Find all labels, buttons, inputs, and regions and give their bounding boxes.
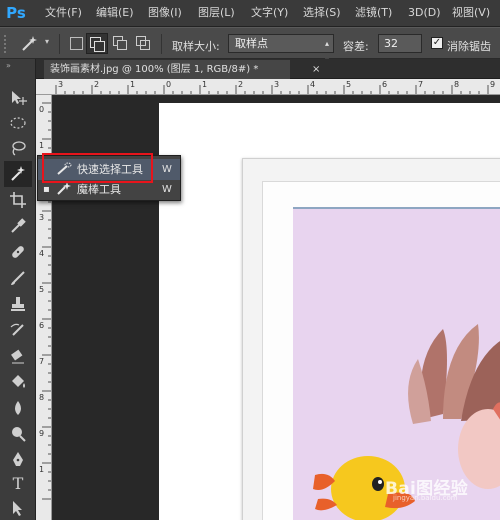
- document-tab[interactable]: 装饰画素材.jpg @ 100% (图层 1, RGB/8#) *: [44, 60, 290, 79]
- ruler-label: 8: [454, 80, 460, 89]
- collapse-panel-icon[interactable]: »: [6, 61, 11, 70]
- grip-handle[interactable]: [4, 35, 14, 53]
- ruler-label: 1: [39, 141, 45, 150]
- options-bar: ▾ 取样大小: 取样点 ▴▾ 容差: 32 ✓ 消除锯齿: [0, 27, 500, 65]
- blur-tool-icon[interactable]: [4, 395, 32, 421]
- ruler-label: 7: [39, 357, 45, 366]
- dodge-tool-icon[interactable]: [4, 421, 32, 447]
- crop-tool-icon[interactable]: [4, 187, 32, 213]
- preset-dropdown-icon[interactable]: ▾: [45, 37, 49, 46]
- photoshop-logo: Ps: [6, 4, 26, 22]
- add-selection-button[interactable]: [86, 33, 108, 54]
- menu-bar: Ps 文件(F) 编辑(E) 图像(I) 图层(L) 文字(Y) 选择(S) 滤…: [0, 0, 500, 27]
- magic-wand-tool-icon[interactable]: [4, 161, 32, 187]
- ruler-label: 9: [490, 80, 496, 89]
- magic-wand-icon: [56, 182, 72, 203]
- history-brush-tool-icon[interactable]: [4, 317, 32, 343]
- pen-tool-icon[interactable]: [4, 447, 32, 473]
- type-tool-icon[interactable]: T: [4, 471, 32, 497]
- horizontal-ruler: 3 2 1 0 1 2 3 4 5 6 7 8 9: [36, 79, 500, 95]
- ruler-label: 3: [58, 80, 64, 89]
- menu-edit[interactable]: 编辑(E): [96, 6, 134, 20]
- brush-tool-icon[interactable]: [4, 265, 32, 291]
- menu-image[interactable]: 图像(I): [148, 6, 182, 20]
- ruler-label: 5: [346, 80, 352, 89]
- baidu-watermark: Bai图经验 jingyan.baidu.com: [385, 474, 500, 502]
- move-tool-icon[interactable]: [4, 85, 32, 111]
- path-selection-tool-icon[interactable]: [4, 495, 32, 520]
- document-tab-bar: 装饰画素材.jpg @ 100% (图层 1, RGB/8#) * ×: [36, 59, 500, 79]
- antialias-label: 消除锯齿: [447, 40, 491, 53]
- tools-panel: » T: [0, 59, 36, 520]
- marquee-tool-icon[interactable]: [4, 110, 32, 136]
- ruler-label: 1: [202, 80, 208, 89]
- menu-type[interactable]: 文字(Y): [251, 6, 288, 20]
- watermark-subtext: jingyan.baidu.com: [393, 494, 458, 502]
- ruler-label: 1: [130, 80, 136, 89]
- ruler-label: 0: [39, 105, 45, 114]
- sample-size-label: 取样大小:: [172, 40, 220, 53]
- subtract-selection-icon[interactable]: [113, 36, 129, 52]
- intersect-selection-icon[interactable]: [136, 36, 152, 52]
- menu-3d[interactable]: 3D(D): [408, 6, 441, 20]
- sample-size-select[interactable]: 取样点 ▴▾: [228, 34, 334, 65]
- ruler-label: 6: [382, 80, 388, 89]
- tolerance-label: 容差:: [343, 40, 369, 53]
- paint-bucket-tool-icon[interactable]: [4, 369, 32, 395]
- ruler-label: 1: [39, 465, 45, 474]
- annotation-highlight-box: [42, 153, 153, 183]
- eraser-tool-icon[interactable]: [4, 343, 32, 369]
- ruler-label: 2: [94, 80, 100, 89]
- antialias-checkbox[interactable]: ✓: [431, 37, 443, 49]
- healing-brush-tool-icon[interactable]: [4, 239, 32, 265]
- ruler-label: 8: [39, 393, 45, 402]
- ruler-label: 5: [39, 285, 45, 294]
- shortcut-key: W: [162, 164, 172, 175]
- new-selection-icon[interactable]: [70, 37, 83, 50]
- ruler-label: 3: [39, 213, 45, 222]
- menu-file[interactable]: 文件(F): [45, 6, 82, 20]
- magic-wand-preset-icon[interactable]: [18, 34, 42, 54]
- shortcut-key: W: [162, 184, 172, 195]
- ruler-label: 4: [310, 80, 316, 89]
- ruler-label: 2: [238, 80, 244, 89]
- menu-select[interactable]: 选择(S): [303, 6, 341, 20]
- ruler-label: 0: [166, 80, 172, 89]
- eyedropper-tool-icon[interactable]: [4, 213, 32, 239]
- ruler-label: 7: [418, 80, 424, 89]
- tolerance-input[interactable]: 32: [378, 34, 422, 53]
- ruler-label: 9: [39, 429, 45, 438]
- close-tab-icon[interactable]: ×: [312, 60, 326, 79]
- lasso-tool-icon[interactable]: [4, 135, 32, 161]
- ruler-label: 4: [39, 249, 45, 258]
- ruler-label: 3: [274, 80, 280, 89]
- menu-layer[interactable]: 图层(L): [198, 6, 235, 20]
- menu-filter[interactable]: 滤镜(T): [355, 6, 392, 20]
- ruler-label: 6: [39, 321, 45, 330]
- clone-stamp-tool-icon[interactable]: [4, 291, 32, 317]
- sample-size-value: 取样点: [235, 37, 268, 50]
- menu-view[interactable]: 视图(V): [452, 6, 490, 20]
